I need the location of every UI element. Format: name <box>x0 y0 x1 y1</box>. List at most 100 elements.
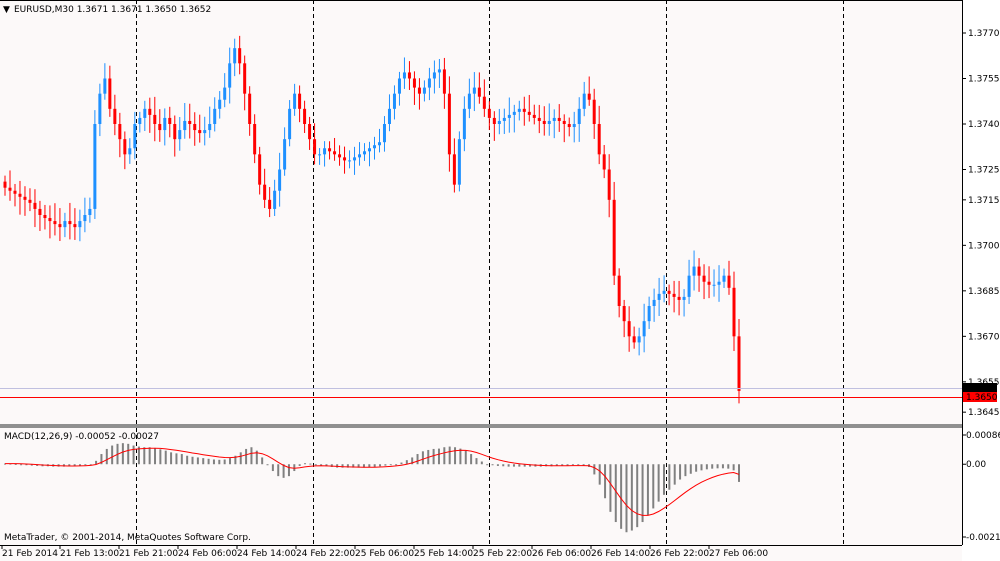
price-label: 1.3740 <box>968 120 1000 130</box>
candle-body <box>727 275 731 288</box>
candle-body <box>238 48 242 64</box>
candle-body <box>712 284 716 286</box>
candle-body <box>173 124 177 140</box>
macd-bar <box>598 464 601 485</box>
macd-bar <box>111 445 114 465</box>
candle-body <box>537 117 541 121</box>
macd-bar <box>266 464 269 466</box>
macd-bar <box>127 443 130 465</box>
macd-bar <box>421 451 424 465</box>
time-label: 27 Feb 06:00 <box>709 549 768 559</box>
macd-bar <box>239 452 242 465</box>
macd-bar <box>437 448 440 465</box>
macd-bar <box>271 464 274 472</box>
macd-bar <box>614 464 617 523</box>
candle-body <box>178 130 182 140</box>
macd-bar <box>20 464 23 466</box>
macd-bar <box>470 454 473 465</box>
macd-bar <box>223 459 226 465</box>
candle-body <box>168 117 172 124</box>
candle-body <box>183 120 187 131</box>
macd-bar <box>689 464 692 474</box>
candle-body <box>577 108 581 124</box>
candle-body <box>557 117 561 121</box>
candle-body <box>323 148 327 155</box>
candle-body <box>88 208 92 215</box>
macd-bar <box>636 464 639 528</box>
candle-body <box>293 93 297 109</box>
candle-body <box>722 275 726 282</box>
candle-body <box>587 93 591 100</box>
macd-bar <box>261 457 264 465</box>
macd-bar <box>373 464 376 467</box>
macd-bar <box>454 447 457 465</box>
candle-body <box>83 215 87 222</box>
candle-body <box>193 124 197 131</box>
macd-bar <box>186 455 189 465</box>
time-label: 26 Feb 22:00 <box>650 549 709 559</box>
candle-body <box>667 290 671 294</box>
candle-body <box>253 124 257 155</box>
candle-body <box>392 93 396 109</box>
time-label: 25 Feb 06:00 <box>355 549 414 559</box>
candle-body <box>592 99 596 124</box>
candle-body <box>43 215 47 219</box>
candle-body <box>737 336 741 391</box>
candle-body <box>512 111 516 115</box>
time-label: 21 Feb 13:00 <box>60 549 119 559</box>
macd-bar <box>212 459 215 465</box>
macd-bar <box>609 464 612 512</box>
candle-body <box>63 221 67 228</box>
candle-body <box>372 145 376 149</box>
macd-bar <box>668 464 671 490</box>
macd-bar <box>448 446 451 465</box>
candle-body <box>123 139 127 155</box>
candle-body <box>672 293 676 297</box>
candle-body <box>412 78 416 88</box>
candle-body <box>348 160 352 162</box>
macd-bar <box>716 464 719 469</box>
price-label: 1.3670 <box>968 332 1000 342</box>
candle-body <box>627 321 631 337</box>
candle-body <box>622 306 626 322</box>
candle-body <box>273 190 277 209</box>
candle-body <box>53 221 57 225</box>
symbol-header-arrow[interactable]: ▼ <box>3 5 10 15</box>
macd-bar <box>646 464 649 516</box>
candle-body <box>607 169 611 200</box>
candle-body <box>442 69 446 94</box>
macd-bar <box>518 464 521 467</box>
time-label: 26 Feb 06:00 <box>532 549 591 559</box>
candle-body <box>732 287 736 337</box>
macd-bar <box>159 449 162 465</box>
macd-bar <box>250 447 253 465</box>
candle-body <box>338 154 342 158</box>
candle-body <box>48 218 52 222</box>
candle-body <box>687 275 691 297</box>
time-label: 26 Feb 14:00 <box>591 549 650 559</box>
candle-body <box>637 336 641 343</box>
macd-bar <box>143 447 146 465</box>
candle-body <box>18 193 22 197</box>
candle-body <box>692 266 696 276</box>
candle-body <box>228 63 232 88</box>
candle-body <box>707 281 711 285</box>
time-label: 24 Feb 06:00 <box>178 549 237 559</box>
candle-body <box>58 224 62 228</box>
candle-body <box>462 108 466 140</box>
candle-body <box>562 120 566 124</box>
candle-body <box>203 130 207 134</box>
candle-body <box>133 124 137 149</box>
mt4-chart-window[interactable]: ▼ EURUSD,M30 1.3671 1.3671 1.3650 1.3652… <box>0 0 1000 561</box>
candle-body <box>143 108 147 118</box>
bid-price-tag-label: 1.3650 <box>966 393 998 403</box>
panel-splitter[interactable] <box>0 424 962 428</box>
macd-bar <box>196 457 199 465</box>
candle-body <box>368 148 372 152</box>
macd-bar <box>400 462 403 465</box>
macd-header: MACD(12,26,9) -0.00052 -0.00027 <box>4 432 159 442</box>
candle-body <box>73 224 77 228</box>
macd-bar <box>695 464 698 472</box>
candle-body <box>417 87 421 94</box>
macd-bar <box>625 464 628 533</box>
